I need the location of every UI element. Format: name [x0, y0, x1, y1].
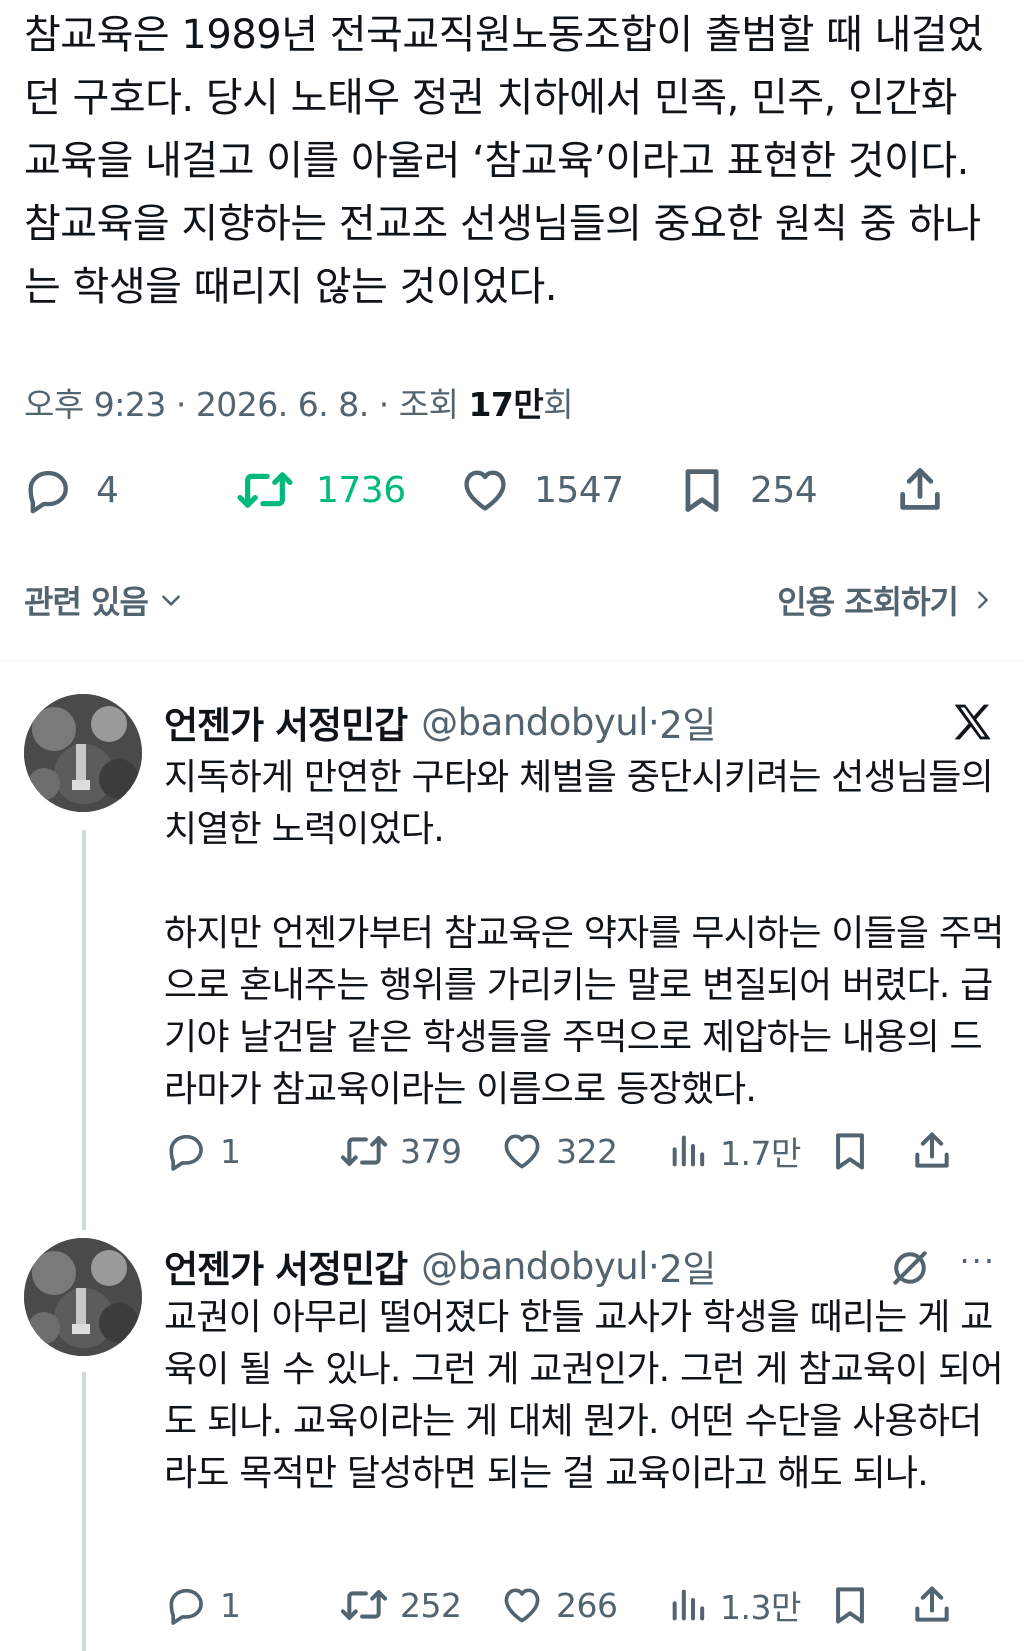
reply-paragraph: 하지만 언젠가부터 참교육은 약자를 무시하는 이들을 주먹으로 혼내주는 행위… — [164, 913, 1004, 1110]
reply-time[interactable]: 2일 — [659, 1239, 716, 1293]
reply-button[interactable]: 1 — [164, 1580, 241, 1630]
reply-action-bar: 1 252 266 1.3만 — [164, 1580, 1004, 1630]
views-icon — [672, 1589, 705, 1621]
share-button[interactable] — [910, 1126, 954, 1176]
bookmark-icon — [685, 469, 719, 512]
tweet-date[interactable]: 2026. 6. 8. — [196, 385, 369, 424]
like-count: 322 — [556, 1131, 618, 1171]
tweet-time[interactable]: 오후 9:23 — [24, 385, 166, 424]
author-handle[interactable]: @bandobyul — [421, 701, 648, 744]
views-count: 1.7만 — [720, 1134, 801, 1173]
reply-text: 지독하게 만연한 구타와 체벌을 중단시키려는 선생님들의 치열한 노력이었다.… — [164, 752, 1004, 1116]
reply-paragraph: 교권이 아무리 떨어졌다 한들 교사가 학생을 때리는 게 교육이 될 수 있나… — [164, 1297, 1004, 1494]
reply-button[interactable]: 4 — [22, 460, 119, 520]
like-count: 266 — [556, 1585, 618, 1625]
thread-line — [82, 1372, 86, 1651]
avatar[interactable] — [24, 694, 142, 812]
divider — [0, 660, 1024, 661]
retweet-button[interactable]: 252 — [340, 1580, 462, 1630]
separator-dot: · — [648, 1244, 660, 1288]
heart-icon — [504, 1588, 540, 1623]
bookmark-count: 254 — [750, 469, 818, 511]
views-button[interactable]: 1.3만 — [668, 1580, 801, 1630]
bookmark-button[interactable] — [828, 1126, 872, 1176]
retweet-icon — [340, 1590, 388, 1620]
reply-header: 언젠가 서정민갑 @bandobyul · 2일 — [164, 1239, 716, 1293]
reply-text: 교권이 아무리 떨어졌다 한들 교사가 학생을 때리는 게 교육이 될 수 있나… — [164, 1292, 1004, 1500]
retweet-icon — [340, 1136, 388, 1166]
reply-icon — [169, 1588, 203, 1625]
like-button[interactable]: 322 — [500, 1126, 618, 1176]
reply-count: 1 — [220, 1131, 241, 1171]
view-quotes-label: 인용 조회하기 — [777, 583, 959, 621]
share-button[interactable] — [894, 460, 946, 520]
share-button[interactable] — [910, 1580, 954, 1630]
reply-header: 언젠가 서정민갑 @bandobyul · 2일 — [164, 695, 716, 749]
share-icon — [915, 1586, 949, 1622]
chevron-right-icon — [978, 591, 988, 609]
view-quotes-link[interactable]: 인용 조회하기 — [777, 578, 994, 622]
retweet-count: 1736 — [316, 469, 406, 511]
reply-paragraph: 지독하게 만연한 구타와 체벌을 중단시키려는 선생님들의 치열한 노력이었다. — [164, 757, 994, 850]
bookmark-icon — [836, 1587, 864, 1624]
share-icon — [915, 1132, 949, 1168]
author-name[interactable]: 언젠가 서정민갑 — [164, 695, 408, 749]
views-suffix: 회 — [543, 385, 574, 424]
avatar-image — [24, 694, 142, 812]
x-logo-icon[interactable] — [950, 700, 994, 744]
chevron-down-icon — [162, 595, 180, 606]
thread-line — [82, 830, 86, 1230]
reply-count: 1 — [220, 1585, 241, 1625]
related-label: 관련 있음 — [24, 583, 149, 621]
reply-icon — [169, 1134, 203, 1171]
like-count: 1547 — [534, 469, 624, 511]
more-icon[interactable]: ··· — [959, 1242, 996, 1280]
tweet-meta: 오후 9:23 · 2026. 6. 8. · 조회 17만회 — [24, 385, 574, 424]
tweet-action-bar: 4 1736 1547 254 — [0, 460, 1024, 520]
views-prefix: 조회 — [398, 385, 459, 424]
reply-button[interactable]: 1 — [164, 1126, 241, 1176]
bookmark-icon — [836, 1133, 864, 1170]
retweet-button[interactable]: 1736 — [236, 460, 406, 520]
heart-icon — [504, 1134, 540, 1169]
related-row: 관련 있음 인용 조회하기 — [0, 578, 1024, 622]
views-button[interactable]: 1.7만 — [668, 1126, 801, 1176]
views-count: 17만 — [468, 385, 544, 424]
like-button[interactable]: 1547 — [458, 460, 624, 520]
bookmark-button[interactable] — [828, 1580, 872, 1630]
heart-icon — [464, 470, 506, 511]
views-count: 1.3만 — [720, 1588, 801, 1627]
retweet-count: 379 — [400, 1131, 462, 1171]
author-name[interactable]: 언젠가 서정민갑 — [164, 1239, 408, 1293]
avatar-image — [24, 1238, 142, 1356]
retweet-button[interactable]: 379 — [340, 1126, 462, 1176]
reply-action-bar: 1 379 322 1.7만 — [164, 1126, 1004, 1176]
tweet-text: 참교육은 1989년 전국교직원노동조합이 출범할 때 내걸었던 구호다. 당시… — [24, 12, 984, 310]
views-icon — [672, 1135, 705, 1167]
reply-count: 4 — [96, 469, 119, 511]
separator-dot: · — [648, 700, 660, 744]
reply-time[interactable]: 2일 — [659, 695, 716, 749]
author-handle[interactable]: @bandobyul — [421, 1245, 648, 1288]
related-dropdown[interactable]: 관련 있음 — [24, 578, 184, 622]
reply-icon — [28, 470, 68, 514]
avatar[interactable] — [24, 1238, 142, 1356]
retweet-count: 252 — [400, 1585, 462, 1625]
share-icon — [900, 468, 940, 510]
retweet-icon — [237, 472, 293, 508]
bookmark-button[interactable]: 254 — [676, 460, 818, 520]
grok-icon[interactable] — [888, 1246, 932, 1290]
like-button[interactable]: 266 — [500, 1580, 618, 1630]
